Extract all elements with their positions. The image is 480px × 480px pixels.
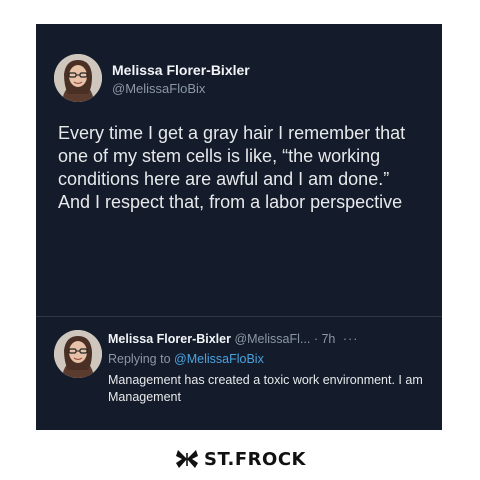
tweet-text: Every time I get a gray hair I remember … <box>58 123 406 212</box>
replying-to: Replying to @MelissaFloBix <box>108 352 264 366</box>
watermark: ST.FROCK <box>0 444 480 474</box>
replying-prefix: Replying to <box>108 352 171 366</box>
reply-text: Management has created a toxic work envi… <box>108 373 423 404</box>
more-options-icon[interactable]: ··· <box>343 332 359 346</box>
watermark-text: ST.FROCK <box>204 448 306 470</box>
butterfly-icon <box>176 450 199 468</box>
reply-author-name[interactable]: Melissa Florer-Bixler <box>108 332 231 346</box>
tweet-card: Melissa Florer-Bixler @MelissaFloBix Eve… <box>36 24 442 430</box>
reply-author-handle[interactable]: @MelissaFl... <box>234 332 310 346</box>
reply-time[interactable]: · 7h <box>314 332 336 346</box>
replying-mention-link[interactable]: @MelissaFloBix <box>174 352 264 366</box>
profile-photo-icon <box>54 54 102 102</box>
author-handle[interactable]: @MelissaFloBix <box>112 81 205 96</box>
avatar[interactable] <box>54 54 102 102</box>
author-name[interactable]: Melissa Florer-Bixler <box>112 62 250 78</box>
divider <box>36 316 442 317</box>
profile-photo-icon <box>54 330 102 378</box>
reply-header: Melissa Florer-Bixler @MelissaFl... · 7h… <box>108 332 438 346</box>
reply-avatar[interactable] <box>54 330 102 378</box>
